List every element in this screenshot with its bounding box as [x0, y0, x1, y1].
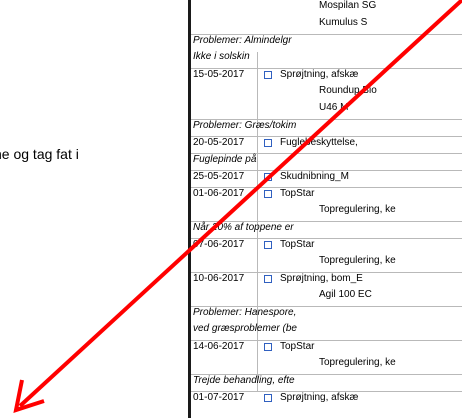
- log-row: Topregulering, ke: [191, 255, 462, 268]
- log-row: Topregulering, ke: [191, 204, 462, 217]
- treatment-name: TopStar: [280, 239, 315, 250]
- log-row: Agil 100 EC: [191, 289, 462, 302]
- entry-date: 14-06-2017: [193, 341, 245, 352]
- log-row: Kumulus S: [191, 17, 462, 30]
- treatment-name: TopStar: [280, 341, 315, 352]
- done-checkbox[interactable]: [264, 343, 272, 351]
- treatment-note: Fuglepinde på: [193, 154, 257, 165]
- log-row: Trejde behandling, efte: [191, 374, 462, 387]
- treatment-note: Problemer: Hanespore,: [193, 307, 297, 318]
- product-name: Topregulering, ke: [319, 255, 396, 266]
- log-row: Fuglepinde på: [191, 153, 462, 166]
- log-row: Topregulering, ke: [191, 357, 462, 370]
- product-name: Kumulus S: [319, 17, 368, 28]
- product-name: Agil 100 EC: [319, 289, 372, 300]
- done-checkbox[interactable]: [264, 275, 272, 283]
- done-checkbox[interactable]: [264, 139, 272, 147]
- treatment-note: Problemer: Almindelgr: [193, 35, 292, 46]
- entry-date: 07-06-2017: [193, 239, 245, 250]
- treatment-name: Sprøjtning, afskæ: [280, 392, 359, 403]
- log-row: 10-06-2017 Sprøjtning, bom_E: [191, 272, 462, 285]
- treatment-name: Sprøjtning, afskæ: [280, 69, 359, 80]
- arrow-head: [13, 379, 45, 413]
- log-row: 07-06-2017 TopStar: [191, 238, 462, 251]
- log-row: 20-05-2017 Fuglebeskyttelse,: [191, 136, 462, 149]
- done-checkbox[interactable]: [264, 394, 272, 402]
- log-row: Mospilan SG: [191, 0, 462, 13]
- log-row: Problemer: Græs/tokim: [191, 119, 462, 132]
- log-row: Problemer: Hanespore,: [191, 306, 462, 319]
- done-checkbox[interactable]: [264, 190, 272, 198]
- entry-date: 20-05-2017: [193, 137, 245, 148]
- treatment-note: Trejde behandling, efte: [193, 375, 295, 386]
- done-checkbox[interactable]: [264, 71, 272, 79]
- product-name: Topregulering, ke: [319, 204, 396, 215]
- product-name: Mospilan SG: [319, 0, 377, 11]
- treatment-name: TopStar: [280, 188, 315, 199]
- treatment-name: Skudnibning_M: [280, 171, 349, 182]
- log-row: Problemer: Almindelgr: [191, 34, 462, 47]
- log-row: Når 20% af toppene er: [191, 221, 462, 234]
- log-row: Ikke i solskin: [191, 51, 462, 64]
- entry-date: 10-06-2017: [193, 273, 245, 284]
- log-row: 15-05-2017 Sprøjtning, afskæ: [191, 68, 462, 81]
- log-row: ved græsproblemer (be: [191, 323, 462, 336]
- done-checkbox[interactable]: [264, 173, 272, 181]
- treatment-log: Mospilan SG Kumulus S Problemer: Almindelg…: [191, 0, 462, 418]
- entry-date: 25-05-2017: [193, 171, 245, 182]
- entry-date: 01-06-2017: [193, 188, 245, 199]
- log-row: 01-07-2017 Sprøjtning, afskæ: [191, 391, 462, 404]
- log-row: 14-06-2017 TopStar: [191, 340, 462, 353]
- treatment-note: Problemer: Græs/tokim: [193, 120, 297, 131]
- log-row: Roundup Bio: [191, 85, 462, 98]
- log-row: U46 M: [191, 102, 462, 115]
- product-name: U46 M: [319, 102, 349, 113]
- treatment-note: ved græsproblemer (be: [193, 323, 297, 334]
- treatment-name: Sprøjtning, bom_E: [280, 273, 363, 284]
- product-name: Topregulering, ke: [319, 357, 396, 368]
- instruction-text: ne og tag fat i: [0, 146, 79, 162]
- treatment-name: Fuglebeskyttelse,: [280, 137, 358, 148]
- done-checkbox[interactable]: [264, 241, 272, 249]
- log-row: 01-06-2017 TopStar: [191, 187, 462, 200]
- entry-date: 01-07-2017: [193, 392, 245, 403]
- entry-date: 15-05-2017: [193, 69, 245, 80]
- treatment-note: Når 20% af toppene er: [193, 222, 294, 233]
- log-row: 25-05-2017 Skudnibning_M: [191, 170, 462, 183]
- treatment-note: Ikke i solskin: [193, 51, 250, 62]
- product-name: Roundup Bio: [319, 85, 377, 96]
